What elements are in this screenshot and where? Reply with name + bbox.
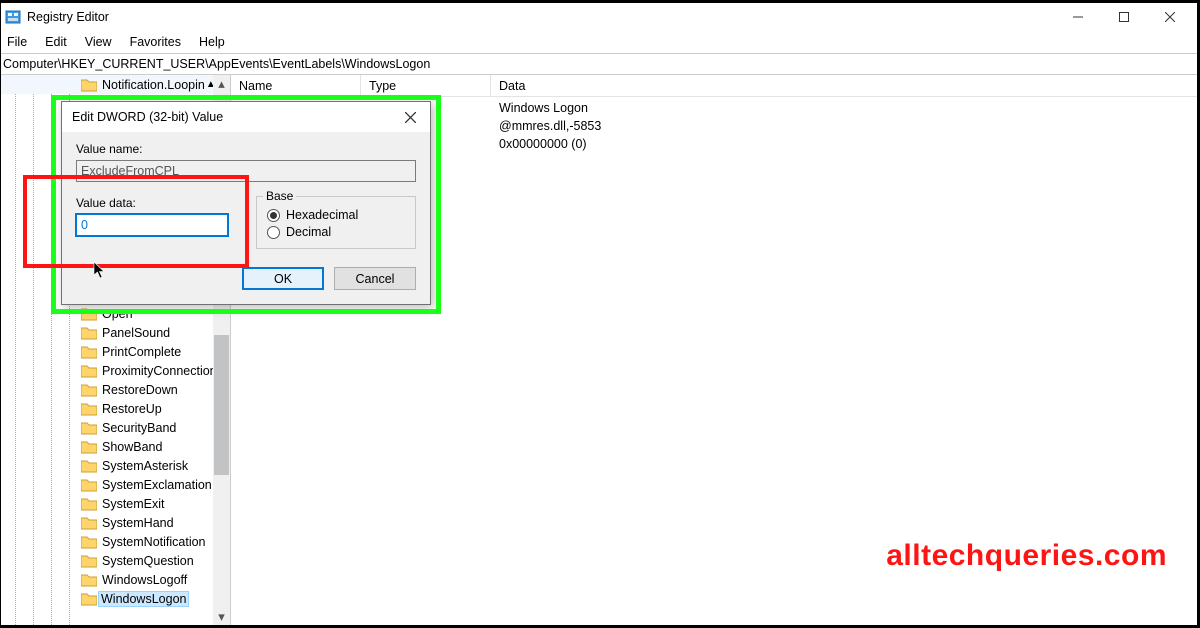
- folder-icon: [81, 535, 97, 549]
- column-data[interactable]: Data: [491, 75, 1197, 96]
- folder-icon: [81, 459, 97, 473]
- tree-item[interactable]: Open: [1, 304, 230, 323]
- value-data-label: Value data:: [76, 196, 234, 210]
- tree-item-label: SystemExclamation: [101, 478, 213, 492]
- tree-item-label: Open: [101, 307, 134, 321]
- tree-item[interactable]: SystemExit: [1, 494, 230, 513]
- column-name[interactable]: Name: [231, 75, 361, 96]
- tree-item[interactable]: SystemExclamation: [1, 475, 230, 494]
- folder-icon: [81, 516, 97, 530]
- folder-icon: [81, 326, 97, 340]
- tree-item-label: PrintComplete: [101, 345, 182, 359]
- cancel-button[interactable]: Cancel: [334, 267, 416, 290]
- tree-item[interactable]: SystemHand: [1, 513, 230, 532]
- folder-icon: [81, 307, 97, 321]
- column-type[interactable]: Type: [361, 75, 491, 96]
- address-path: Computer\HKEY_CURRENT_USER\AppEvents\Eve…: [3, 57, 430, 71]
- tree-item-label: SystemNotification: [101, 535, 207, 549]
- tree-item-label: SystemHand: [101, 516, 175, 530]
- tree-item-label: SecurityBand: [101, 421, 177, 435]
- value-name-label: Value name:: [76, 142, 416, 156]
- tree-item-label: PanelSound: [101, 326, 171, 340]
- radio-hexadecimal[interactable]: Hexadecimal: [267, 208, 405, 222]
- tree-item-label: RestoreDown: [101, 383, 179, 397]
- menubar: File Edit View Favorites Help: [1, 31, 1197, 53]
- dialog-title: Edit DWORD (32-bit) Value: [72, 110, 223, 124]
- menu-help[interactable]: Help: [191, 33, 233, 51]
- list-cell[interactable]: 0x00000000 (0): [491, 135, 1197, 153]
- tree-item[interactable]: SystemQuestion: [1, 551, 230, 570]
- tree-item-label: SystemQuestion: [101, 554, 195, 568]
- tree-item-label: ShowBand: [101, 440, 163, 454]
- folder-icon: [81, 78, 97, 92]
- tree-item-label: SystemExit: [101, 497, 166, 511]
- tree-item-label: SystemAsterisk: [101, 459, 189, 473]
- tree-item[interactable]: WindowsLogon: [1, 589, 230, 608]
- tree-item-label: ProximityConnection: [101, 364, 218, 378]
- scroll-thumb[interactable]: [214, 335, 229, 475]
- tree-item[interactable]: PanelSound: [1, 323, 230, 342]
- edit-dword-dialog: Edit DWORD (32-bit) Value Value name: Va…: [61, 101, 431, 305]
- radio-icon: [267, 209, 280, 222]
- tree-item[interactable]: ShowBand: [1, 437, 230, 456]
- list-cell[interactable]: Windows Logon: [491, 99, 1197, 117]
- tree-item[interactable]: RestoreUp: [1, 399, 230, 418]
- tree-item[interactable]: PrintComplete: [1, 342, 230, 361]
- scroll-down-icon[interactable]: ▾: [213, 608, 230, 625]
- tree-item[interactable]: SecurityBand: [1, 418, 230, 437]
- tree-item-label: WindowsLogoff: [101, 573, 188, 587]
- ok-button[interactable]: OK: [242, 267, 324, 290]
- radio-label: Decimal: [286, 225, 331, 239]
- maximize-button[interactable]: [1101, 3, 1147, 31]
- menu-file[interactable]: File: [5, 33, 35, 51]
- tree-item[interactable]: WindowsLogoff: [1, 570, 230, 589]
- minimize-button[interactable]: [1055, 3, 1101, 31]
- folder-icon: [81, 592, 97, 606]
- tree-item[interactable]: SystemNotification: [1, 532, 230, 551]
- tree-item[interactable]: SystemAsterisk: [1, 456, 230, 475]
- folder-icon: [81, 554, 97, 568]
- folder-icon: [81, 421, 97, 435]
- tree-item[interactable]: ProximityConnection: [1, 361, 230, 380]
- value-name-input: [76, 160, 416, 182]
- dialog-close-button[interactable]: [400, 107, 420, 127]
- window-title: Registry Editor: [27, 10, 109, 24]
- menu-edit[interactable]: Edit: [37, 33, 75, 51]
- column-headers: Name Type Data: [231, 75, 1197, 97]
- regedit-icon: [5, 9, 21, 25]
- tree-item[interactable]: Notification.Loopin ▲: [1, 75, 230, 94]
- folder-icon: [81, 497, 97, 511]
- radio-icon: [267, 226, 280, 239]
- menu-view[interactable]: View: [77, 33, 120, 51]
- list-cell[interactable]: @mmres.dll,-5853: [491, 117, 1197, 135]
- app-window: Registry Editor File Edit View Favorites…: [0, 2, 1198, 626]
- tree-item-label: Notification.Loopin: [101, 78, 206, 92]
- close-button[interactable]: [1147, 3, 1193, 31]
- folder-icon: [81, 364, 97, 378]
- tree-item[interactable]: RestoreDown: [1, 380, 230, 399]
- radio-label: Hexadecimal: [286, 208, 358, 222]
- folder-icon: [81, 573, 97, 587]
- folder-icon: [81, 383, 97, 397]
- radio-decimal[interactable]: Decimal: [267, 225, 405, 239]
- tree-item-label: WindowsLogon: [98, 591, 189, 607]
- menu-favorites[interactable]: Favorites: [122, 33, 189, 51]
- dialog-titlebar[interactable]: Edit DWORD (32-bit) Value: [62, 102, 430, 132]
- scroll-up-icon[interactable]: ▴: [213, 75, 230, 92]
- folder-icon: [81, 345, 97, 359]
- value-data-input[interactable]: [76, 214, 228, 236]
- base-label: Base: [263, 189, 296, 203]
- dialog-body: Value name: Value data: Base Hexadecimal: [62, 132, 430, 304]
- tree-item-label: RestoreUp: [101, 402, 163, 416]
- folder-icon: [81, 402, 97, 416]
- folder-icon: [81, 478, 97, 492]
- titlebar: Registry Editor: [1, 3, 1197, 31]
- base-groupbox: Base Hexadecimal Decimal: [256, 196, 416, 249]
- folder-icon: [81, 440, 97, 454]
- address-bar[interactable]: Computer\HKEY_CURRENT_USER\AppEvents\Eve…: [1, 53, 1197, 75]
- watermark-text: alltechqueries.com: [886, 539, 1167, 573]
